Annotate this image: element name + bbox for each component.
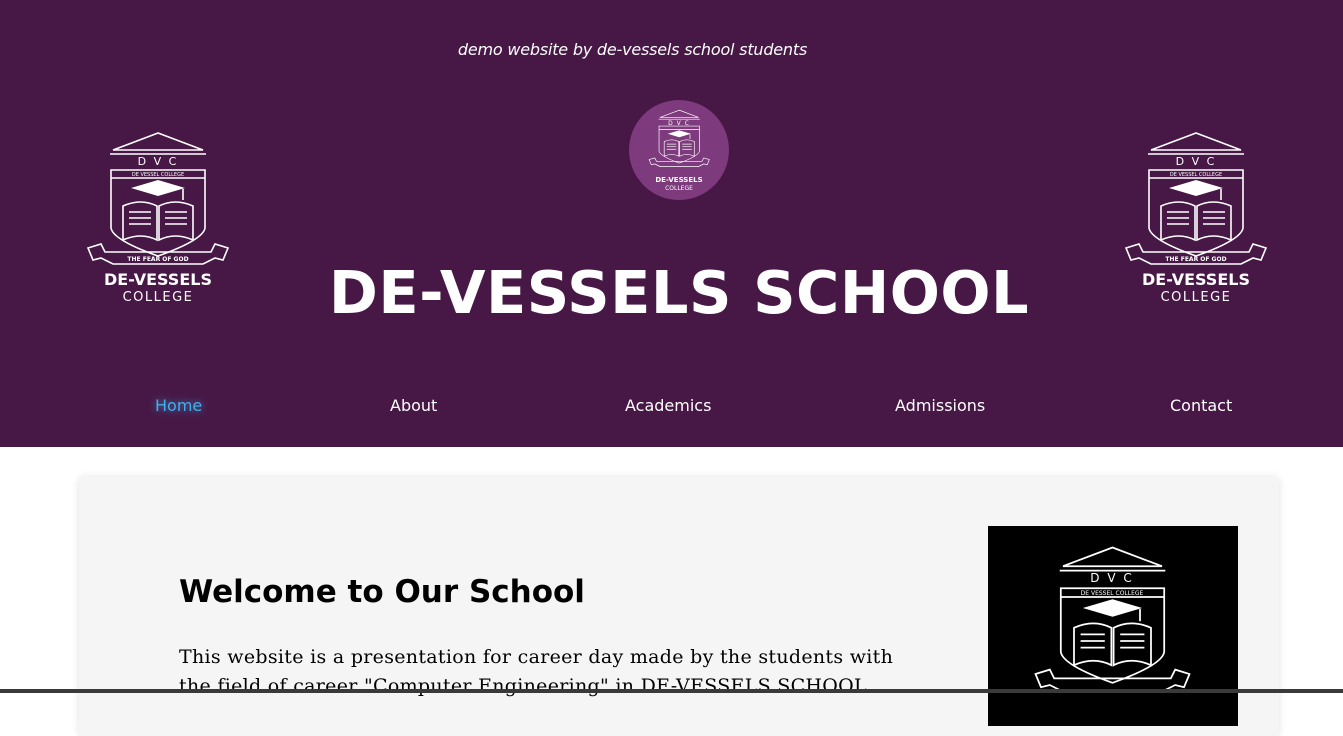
badge-initials: D V C (668, 120, 690, 127)
welcome-heading: Welcome to Our School (179, 574, 585, 610)
nav-link-academics[interactable]: Academics (625, 394, 711, 418)
crest-initials: D V C (138, 155, 179, 168)
nav-link-about[interactable]: About (390, 394, 437, 418)
crest-initials: D V C (1176, 155, 1217, 168)
logo-small-name: DE VESSEL COLLEGE (1081, 590, 1144, 597)
badge-name-line1: DE-VESSELS (655, 176, 702, 184)
window-bottom-edge (0, 689, 1343, 693)
main-nav: Home About Academics Admissions Contact (0, 394, 1343, 422)
crest-small-name: DE VESSEL COLLEGE (1170, 172, 1222, 178)
school-logo-image: D V C DE VESSEL COLLEGE (988, 526, 1238, 726)
school-title: DE-VESSELS SCHOOL (328, 258, 1030, 327)
logo-initials: D V C (1090, 571, 1133, 585)
site-header: demo website by de-vessels school studen… (0, 0, 1343, 447)
crest-small-name: DE VESSEL COLLEGE (132, 172, 184, 178)
badge-name-line2: COLLEGE (665, 185, 693, 192)
nav-link-contact[interactable]: Contact (1170, 394, 1232, 418)
nav-link-home[interactable]: Home (155, 394, 202, 418)
tagline: demo website by de-vessels school studen… (457, 40, 808, 59)
center-badge-logo: D V C DE-VESSELS COLLEGE (629, 100, 729, 200)
nav-link-admissions[interactable]: Admissions (895, 394, 985, 418)
